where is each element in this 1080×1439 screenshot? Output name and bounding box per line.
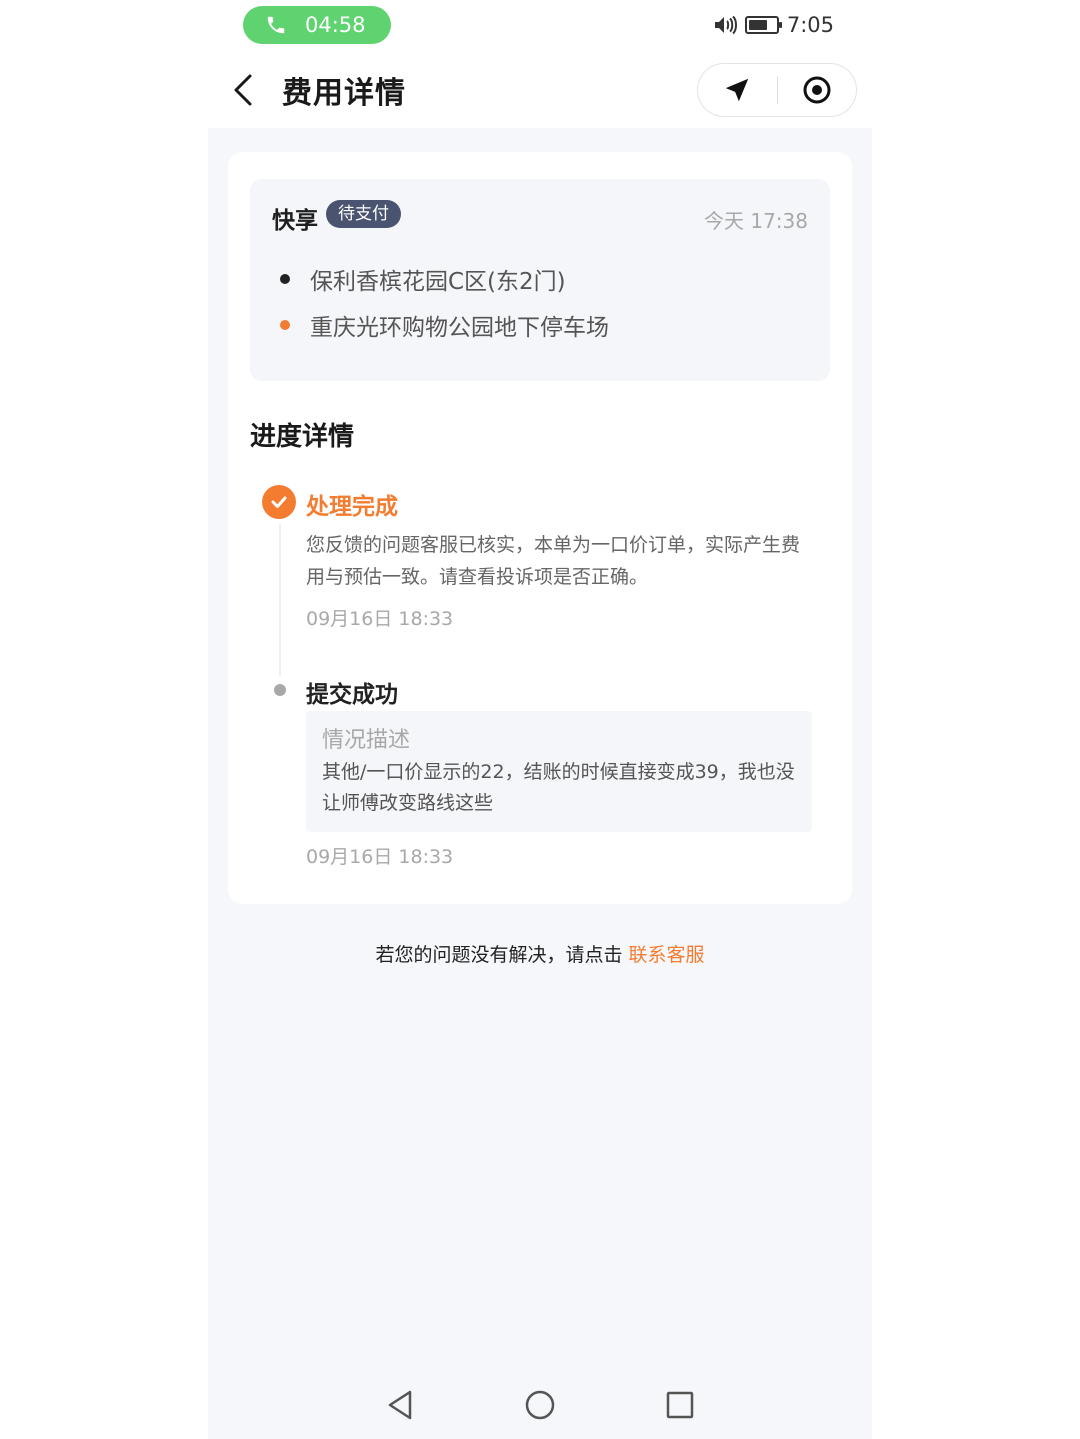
order-summary[interactable]: 快享 待支付 今天 17:38 保利香槟花园C区(东2门) 重庆光环购物公园地下… [250,179,830,381]
nav-back-icon [388,1390,412,1419]
nav-recents-icon [666,1391,694,1418]
complaint-description-box: 情况描述 其他/一口价显示的22，结账的时候直接变成39，我也没让师傅改变路线这… [306,711,812,832]
nav-recents-button[interactable] [660,1385,700,1425]
contact-service-link[interactable]: 联系客服 [629,944,705,966]
system-nav-bar [208,1370,872,1439]
call-time: 04:58 [305,13,366,37]
order-time: 今天 17:38 [704,209,808,233]
help-line: 若您的问题没有解决，请点击 联系客服 [208,940,872,967]
battery-icon [744,16,782,34]
end-address-text: 重庆光环购物公园地下停车场 [310,315,609,341]
volume-icon [714,15,737,35]
phone-icon [267,16,285,34]
service-brand: 快享 [272,208,318,234]
status-badge: 待支付 [326,200,401,228]
check-circle-icon [262,485,296,519]
location-arrow-icon [726,78,749,102]
status-icons: 7:05 [713,10,834,40]
top-bar: 04:58 7:05 费用详情 [208,0,872,128]
clock: 7:05 [786,13,834,37]
step-title-completed: 处理完成 [306,494,398,520]
start-address-text: 保利香槟花园C区(东2门) [310,269,566,295]
close-button[interactable] [778,64,857,116]
step-title-submitted: 提交成功 [306,682,398,708]
nav-home-icon [525,1390,555,1419]
description-text: 其他/一口价显示的22，结账的时候直接变成39，我也没让师傅改变路线这些 [322,761,795,814]
step-description: 您反馈的问题客服已核实，本单为一口价订单，实际产生费用与预估一致。请查看投诉项是… [306,534,801,588]
back-icon[interactable] [230,70,260,110]
start-dot-icon [280,274,290,284]
start-address: 保利香槟花园C区(东2门) [280,262,566,296]
step-time: 09月16日 18:33 [306,608,454,630]
nav-back-button[interactable] [380,1385,420,1425]
phone-screen: 04:58 7:05 费用详情 快享 待支付 今天 17:38 保利香槟花园C区… [208,0,872,1439]
page-title: 费用详情 [282,76,406,111]
mini-program-capsule [697,63,857,117]
end-address: 重庆光环购物公园地下停车场 [280,308,609,342]
end-dot-icon [280,320,290,330]
help-text: 若您的问题没有解决，请点击 [375,944,623,966]
call-indicator[interactable]: 04:58 [243,6,391,44]
location-button[interactable] [698,64,777,116]
progress-section-title: 进度详情 [250,422,355,452]
description-label: 情况描述 [322,728,411,753]
record-icon [803,76,831,104]
nav-home-button[interactable] [520,1385,560,1425]
step-time: 09月16日 18:33 [306,846,454,868]
detail-card: 快享 待支付 今天 17:38 保利香槟花园C区(东2门) 重庆光环购物公园地下… [228,152,852,904]
timeline-line [279,524,281,676]
timeline-dot-icon [274,684,286,696]
